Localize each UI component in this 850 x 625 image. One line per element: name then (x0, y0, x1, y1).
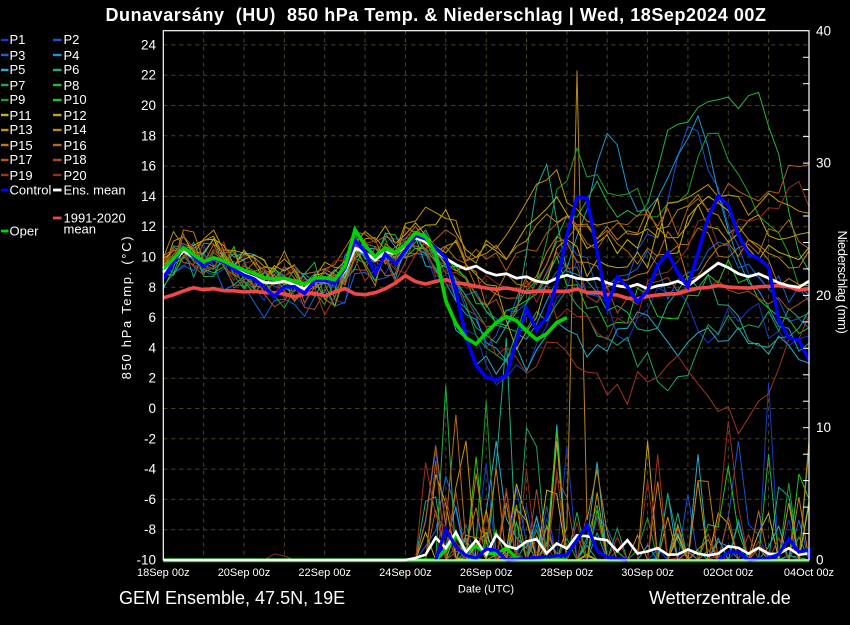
svg-text:mean: mean (64, 222, 97, 237)
svg-text:-6: -6 (144, 492, 156, 507)
svg-text:22Sep 00z: 22Sep 00z (298, 567, 351, 579)
svg-text:2: 2 (148, 371, 156, 386)
svg-text:26Sep 00z: 26Sep 00z (460, 567, 513, 579)
svg-text:-4: -4 (144, 462, 156, 477)
svg-text:8: 8 (148, 280, 156, 295)
svg-text:Date (UTC): Date (UTC) (458, 584, 514, 596)
svg-text:P1: P1 (10, 32, 26, 47)
svg-text:P12: P12 (64, 108, 87, 123)
svg-text:-2: -2 (144, 431, 156, 446)
svg-text:P7: P7 (10, 78, 26, 93)
svg-text:02Oct 00z: 02Oct 00z (703, 567, 753, 579)
svg-text:-10: -10 (136, 553, 156, 568)
svg-text:P10: P10 (64, 92, 87, 107)
svg-text:28Sep 00z: 28Sep 00z (541, 567, 594, 579)
svg-text:18: 18 (141, 128, 156, 143)
svg-text:P8: P8 (64, 78, 80, 93)
svg-text:P2: P2 (64, 32, 80, 47)
svg-text:18Sep 00z: 18Sep 00z (137, 567, 190, 579)
svg-text:P16: P16 (64, 138, 87, 153)
svg-text:850 hPa Temp. (°C): 850 hPa Temp. (°C) (119, 235, 134, 380)
svg-text:40: 40 (816, 23, 831, 38)
svg-text:6: 6 (148, 310, 156, 325)
svg-text:P6: P6 (64, 62, 80, 77)
svg-text:P3: P3 (10, 48, 26, 63)
svg-text:GEM Ensemble, 47.5N, 19E: GEM Ensemble, 47.5N, 19E (119, 588, 345, 608)
svg-text:20: 20 (816, 288, 831, 303)
svg-text:Wetterzentrale.de: Wetterzentrale.de (649, 588, 791, 608)
svg-text:-8: -8 (144, 522, 156, 537)
svg-text:30: 30 (816, 156, 831, 171)
svg-text:0: 0 (148, 401, 156, 416)
svg-text:10: 10 (141, 250, 156, 265)
svg-text:0: 0 (816, 553, 824, 568)
svg-text:P9: P9 (10, 92, 26, 107)
svg-text:04Oct 00z: 04Oct 00z (784, 567, 834, 579)
svg-text:4: 4 (148, 340, 156, 355)
svg-text:Oper: Oper (10, 224, 40, 239)
svg-text:P18: P18 (64, 152, 87, 167)
svg-text:16: 16 (141, 159, 156, 174)
svg-text:P14: P14 (64, 122, 87, 137)
svg-text:Dunavarsány (HU) 850 hPa Tem: Dunavarsány (HU) 850 hPa Temp. & Nieders… (105, 5, 766, 25)
svg-text:P13: P13 (10, 122, 33, 137)
svg-text:P11: P11 (10, 108, 32, 123)
svg-text:P15: P15 (10, 138, 33, 153)
svg-text:Ens. mean: Ens. mean (64, 183, 126, 198)
svg-text:20: 20 (141, 98, 156, 113)
svg-text:24Sep 00z: 24Sep 00z (379, 567, 432, 579)
svg-text:P17: P17 (10, 152, 33, 167)
svg-text:10: 10 (816, 420, 831, 435)
svg-text:14: 14 (141, 189, 157, 204)
svg-text:Niederschlag (mm): Niederschlag (mm) (835, 230, 850, 333)
svg-text:P4: P4 (64, 48, 80, 63)
svg-text:24: 24 (141, 37, 157, 52)
svg-text:30Sep 00z: 30Sep 00z (621, 567, 674, 579)
svg-text:P19: P19 (10, 168, 33, 183)
svg-text:20Sep 00z: 20Sep 00z (218, 567, 271, 579)
svg-text:P5: P5 (10, 62, 26, 77)
svg-text:Control: Control (10, 183, 52, 198)
svg-text:12: 12 (141, 219, 156, 234)
svg-text:22: 22 (141, 68, 156, 83)
svg-text:P20: P20 (64, 168, 87, 183)
